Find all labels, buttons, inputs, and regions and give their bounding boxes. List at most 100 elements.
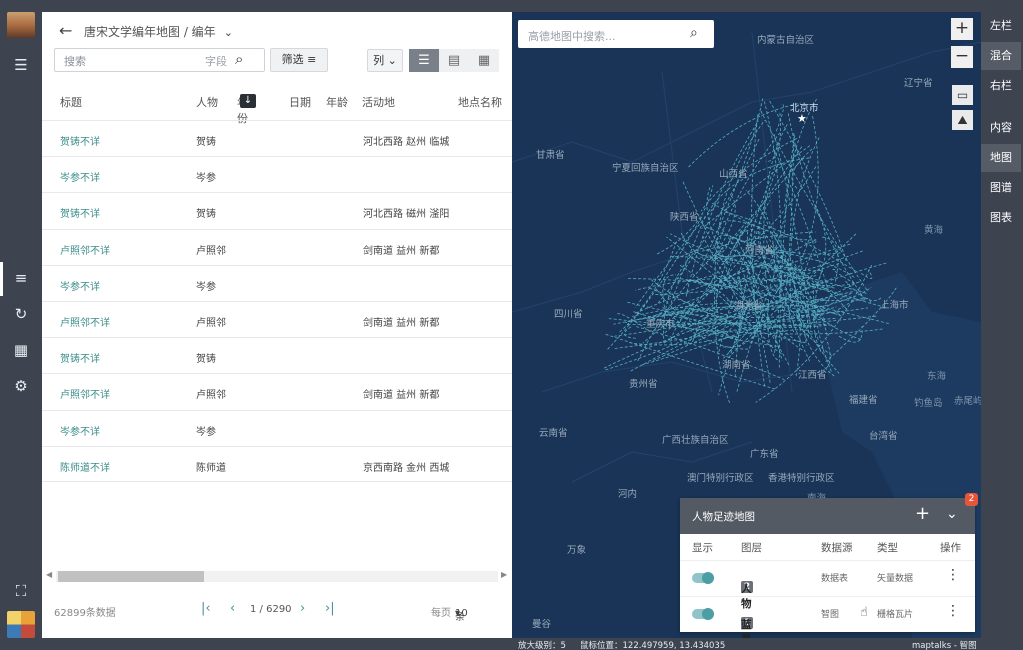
column-age[interactable]: 年龄 bbox=[326, 94, 348, 110]
row-title[interactable]: 岑参不详 bbox=[60, 423, 100, 438]
last-page-icon[interactable]: ›| bbox=[325, 601, 335, 616]
breadcrumb-text: 唐宋文学编年地图 / 编年 bbox=[84, 25, 216, 39]
map-status-bar: 放大级别：5 鼠标位置：122.497959, 13.434035 maptal… bbox=[512, 638, 981, 650]
list-icon[interactable]: ≡ bbox=[11, 269, 31, 287]
map-search-placeholder: 高德地图中搜索... bbox=[528, 30, 616, 43]
zoom-in-button[interactable]: + bbox=[951, 18, 973, 40]
more-vert-icon[interactable]: ⋮ bbox=[946, 567, 960, 583]
col-layer: 图层 bbox=[741, 542, 762, 554]
map-view[interactable]: 内蒙古自治区 辽宁省 北京市 甘肃省 宁夏回族自治区 山西省 陕西省 河南省 四… bbox=[512, 12, 981, 638]
map-search-input[interactable]: 高德地图中搜索... ⌕ bbox=[518, 20, 714, 48]
field-selector[interactable]: 字段 bbox=[205, 53, 227, 69]
table-row[interactable]: 贺铸不详 贺铸 河北西路 磁州 滏阳 bbox=[42, 192, 512, 228]
right-nav: 左栏 混合 右栏 内容 地图 图谱 图表 bbox=[981, 12, 1023, 638]
fullscreen-icon[interactable]: ⛶ bbox=[11, 582, 31, 600]
arrow-left-icon[interactable]: ← bbox=[59, 21, 72, 40]
map-label: 贵州省 bbox=[629, 379, 658, 390]
row-title[interactable]: 卢照邻不详 bbox=[60, 386, 110, 401]
map-label: 宁夏回族自治区 bbox=[612, 163, 679, 174]
search-icon[interactable]: ⌕ bbox=[690, 25, 698, 41]
visibility-toggle[interactable] bbox=[692, 608, 714, 620]
column-person[interactable]: 人物 bbox=[196, 94, 218, 110]
route-line bbox=[624, 326, 638, 339]
column-date[interactable]: 日期 bbox=[289, 94, 311, 110]
table-row[interactable]: 卢照邻不详 卢照邻 剑南道 益州 新都 bbox=[42, 300, 512, 337]
row-title[interactable]: 岑参不详 bbox=[60, 169, 100, 184]
col-type: 类型 bbox=[877, 542, 898, 554]
map-label: 云南省 bbox=[539, 428, 568, 439]
horizontal-scrollbar[interactable]: ◀ ▶ bbox=[46, 570, 508, 582]
first-page-icon[interactable]: |‹ bbox=[201, 601, 211, 616]
row-person: 卢照邻 bbox=[196, 245, 226, 257]
nav-content[interactable]: 内容 bbox=[981, 114, 1021, 142]
row-title[interactable]: 贺铸不详 bbox=[60, 205, 100, 220]
chevron-down-icon[interactable]: ⌄ bbox=[946, 506, 958, 522]
detail-view-button[interactable]: ▤ bbox=[439, 49, 469, 72]
scroll-right-icon[interactable]: ▶ bbox=[501, 570, 507, 579]
columns-button[interactable]: 列 ⌄ bbox=[367, 49, 403, 72]
table-row[interactable]: 卢照邻不详 卢照邻 剑南道 益州 新都 bbox=[42, 373, 512, 409]
add-layer-icon[interactable]: + bbox=[915, 503, 930, 524]
province-border bbox=[512, 41, 981, 163]
collapse-menu-icon[interactable]: ☰ bbox=[11, 56, 31, 74]
scroll-thumb[interactable] bbox=[58, 571, 204, 582]
map-label: 陕西省 bbox=[670, 212, 699, 223]
column-title[interactable]: 标题 bbox=[60, 94, 82, 110]
column-place-name[interactable]: 地点名称 bbox=[458, 94, 502, 110]
row-person: 贺铸 bbox=[196, 137, 216, 148]
map-label: 内蒙古自治区 bbox=[757, 35, 815, 46]
nav-map[interactable]: 地图 bbox=[981, 144, 1021, 172]
scroll-left-icon[interactable]: ◀ bbox=[46, 570, 52, 579]
ruler-icon[interactable]: ▭ bbox=[952, 85, 973, 105]
grid-view-button[interactable]: ▦ bbox=[469, 49, 499, 72]
visibility-toggle[interactable] bbox=[692, 572, 714, 584]
avatar[interactable] bbox=[7, 12, 35, 38]
table-row[interactable]: 卢照邻不详 卢照邻 剑南道 益州 新都 bbox=[42, 228, 512, 265]
table-row[interactable]: 陈师道不详 陈师道 京西南路 金州 西城 bbox=[42, 445, 512, 482]
row-title[interactable]: 陈师道不详 bbox=[60, 459, 110, 474]
table-row[interactable]: 岑参不详 岑参 bbox=[42, 264, 512, 301]
zoom-out-button[interactable]: − bbox=[951, 46, 973, 68]
apps-grid-icon[interactable]: ▦ bbox=[11, 341, 31, 359]
map-label: 广西壮族自治区 bbox=[662, 435, 729, 446]
table-row[interactable]: 岑参不详 岑参 bbox=[42, 156, 512, 192]
layer-row: 2 人物 数据表 矢量数据 ⋮ bbox=[680, 560, 975, 610]
nav-chart[interactable]: 图表 bbox=[981, 204, 1021, 232]
search-input[interactable]: 搜索 字段 ⌕ bbox=[54, 48, 265, 72]
toggle-knob bbox=[702, 608, 714, 620]
sort-desc-icon[interactable]: ↓ bbox=[240, 94, 256, 108]
row-title[interactable]: 卢照邻不详 bbox=[60, 242, 110, 257]
area-measure-icon[interactable]: ⛰ bbox=[952, 110, 973, 130]
row-person: 贺铸 bbox=[196, 209, 216, 221]
row-title[interactable]: 贺铸不详 bbox=[60, 350, 100, 365]
filter-button[interactable]: 筛选 ≡ bbox=[270, 48, 328, 72]
prev-page-icon[interactable]: ‹ bbox=[230, 601, 235, 616]
table-row[interactable]: 岑参不详 岑参 bbox=[42, 409, 512, 446]
nav-left-column[interactable]: 左栏 bbox=[981, 12, 1021, 40]
table-row[interactable]: 贺铸不详 贺铸 bbox=[42, 337, 512, 373]
breadcrumb[interactable]: 唐宋文学编年地图 / 编年 ⌄ bbox=[84, 23, 233, 40]
more-vert-icon[interactable]: ⋮ bbox=[946, 603, 960, 619]
row-title[interactable]: 卢照邻不详 bbox=[60, 314, 110, 329]
history-icon[interactable]: ↻ bbox=[11, 305, 31, 323]
next-page-icon[interactable]: › bbox=[300, 601, 305, 616]
list-view-button[interactable]: ☰ bbox=[409, 49, 439, 72]
nav-graph[interactable]: 图谱 bbox=[981, 174, 1021, 202]
nav-right-column[interactable]: 右栏 bbox=[981, 72, 1021, 100]
row-place: 剑南道 益州 新都 bbox=[363, 317, 440, 329]
table-row[interactable]: 贺铸不详 贺铸 河北西路 赵州 临城 bbox=[42, 120, 512, 156]
search-icon[interactable]: ⌕ bbox=[235, 50, 243, 68]
map-attribution[interactable]: maptalks - 智图 bbox=[912, 639, 977, 650]
row-title[interactable]: 贺铸不详 bbox=[60, 133, 100, 148]
route-line bbox=[765, 112, 781, 162]
map-label: 香港特别行政区 bbox=[768, 473, 835, 484]
settings-gear-icon[interactable]: ⚙ bbox=[11, 377, 31, 395]
layer-panel-header: 人物足迹地图 + ⌄ bbox=[680, 498, 975, 534]
nav-mixed[interactable]: 混合 bbox=[981, 42, 1021, 70]
map-label: 曼谷 bbox=[532, 619, 552, 630]
map-label: 赤尾屿 bbox=[954, 396, 981, 407]
map-label: 上海市 bbox=[880, 300, 909, 311]
row-title[interactable]: 岑参不详 bbox=[60, 278, 100, 293]
chevron-down-icon[interactable]: ⌄ bbox=[224, 26, 233, 39]
column-activity-place[interactable]: 活动地 bbox=[362, 94, 395, 110]
